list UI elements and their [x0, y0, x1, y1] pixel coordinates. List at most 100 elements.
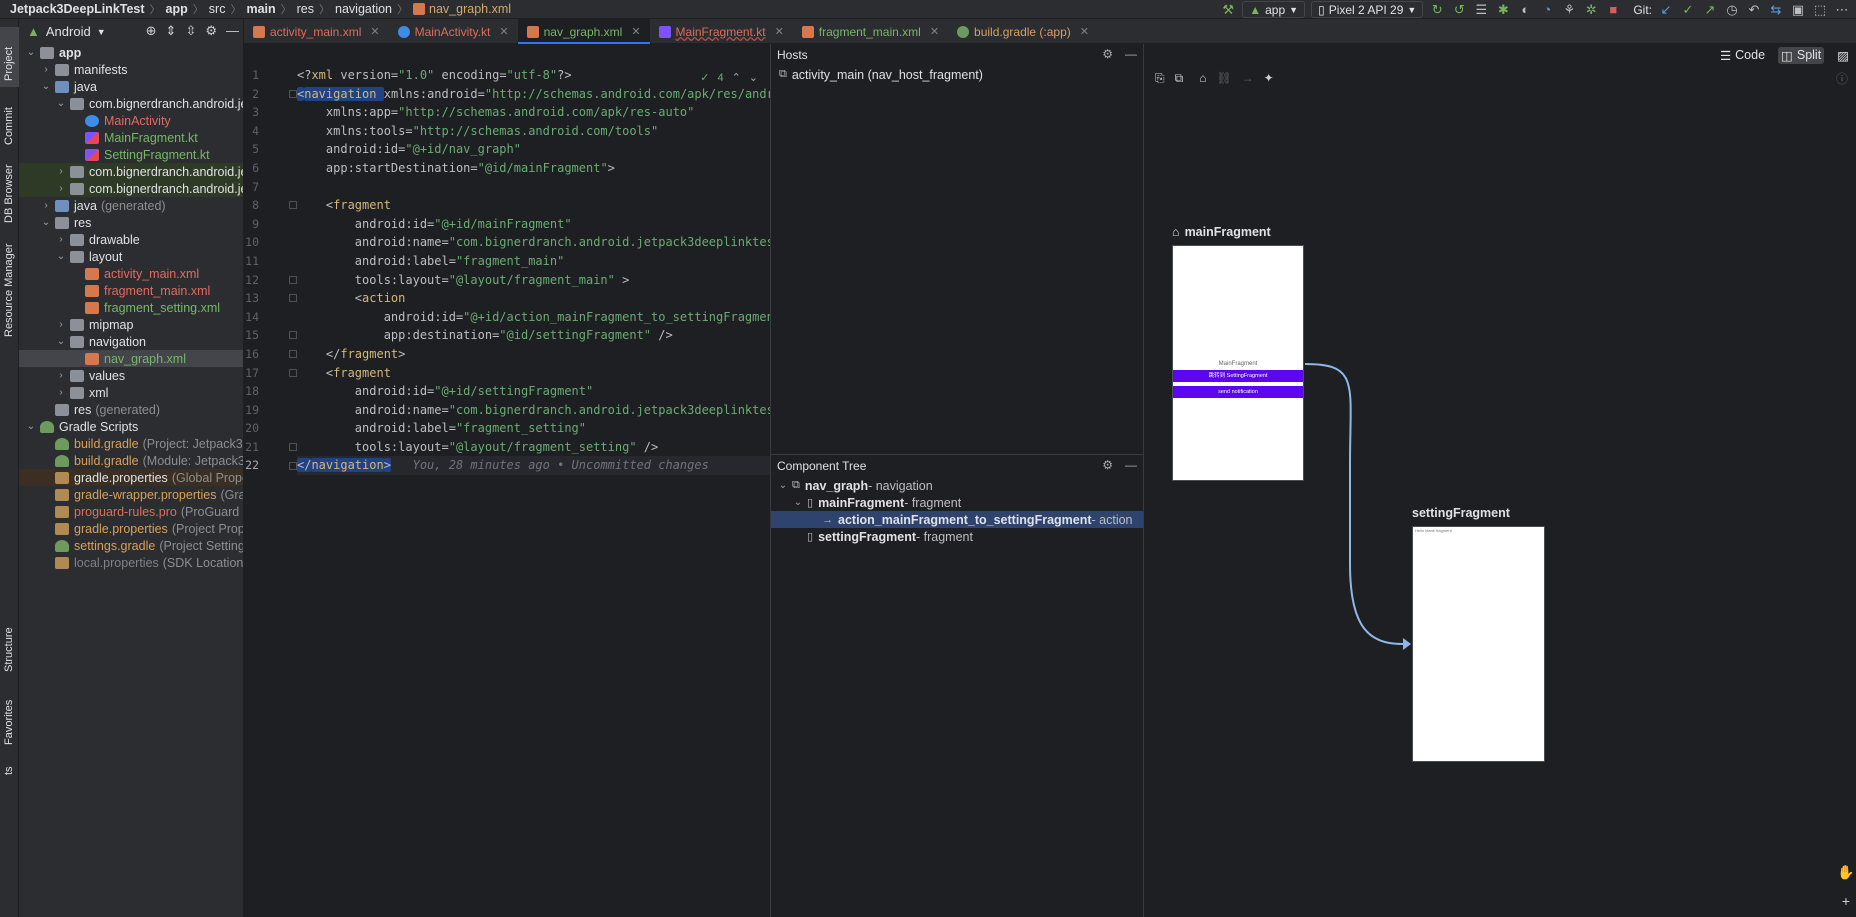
- code-line[interactable]: android:label="fragment_main": [297, 252, 770, 271]
- hide-panel-icon[interactable]: —: [1125, 458, 1137, 472]
- fold-marker-icon[interactable]: [289, 201, 297, 210]
- rerun-icon[interactable]: ↻: [1429, 2, 1445, 18]
- chevron-right-icon[interactable]: ›: [55, 183, 67, 194]
- stop-icon[interactable]: ■: [1605, 2, 1621, 18]
- editor-tab[interactable]: activity_main.xml ✕: [244, 19, 389, 44]
- code-line[interactable]: android:label="fragment_setting": [297, 419, 770, 438]
- expand-all-icon[interactable]: ⇕: [166, 23, 177, 39]
- tree-item[interactable]: ⌄ Gradle Scripts: [19, 418, 243, 435]
- code-line[interactable]: android:name="com.bignerdranch.android.j…: [297, 233, 770, 252]
- code-line[interactable]: <fragment: [297, 364, 770, 383]
- code-lines[interactable]: <?xml version="1.0" encoding="utf-8"?> <n…: [297, 66, 770, 476]
- chevron-right-icon[interactable]: ›: [40, 200, 52, 211]
- tree-item[interactable]: fragment_setting.xml: [19, 299, 243, 316]
- zoom-in-icon[interactable]: +: [1842, 893, 1850, 909]
- tree-item[interactable]: ⌄ com.bignerdranch.android.jetp: [19, 95, 243, 112]
- chevron-down-icon[interactable]: ⌄: [55, 251, 67, 262]
- hide-panel-icon[interactable]: —: [1125, 47, 1137, 61]
- editor-tab[interactable]: nav_graph.xml ✕: [517, 19, 650, 44]
- code-line[interactable]: android:id="@+id/nav_graph": [297, 140, 770, 159]
- git-push-icon[interactable]: ↗: [1702, 2, 1718, 18]
- editor-tab[interactable]: MainActivity.kt ✕: [389, 19, 518, 44]
- tree-item[interactable]: › values: [19, 367, 243, 384]
- pan-icon[interactable]: ✋: [1837, 864, 1854, 881]
- build-hammer-icon[interactable]: ⚒: [1220, 2, 1236, 18]
- tree-item[interactable]: proguard-rules.pro(ProGuard Rul: [19, 503, 243, 520]
- git-history-icon[interactable]: ◷: [1724, 2, 1740, 18]
- locate-file-icon[interactable]: ⊕: [146, 23, 157, 39]
- tree-item[interactable]: res (generated): [19, 401, 243, 418]
- component-tree-row[interactable]: ⌄ ⧉ nav_graph - navigation: [771, 477, 1143, 494]
- component-tree-row[interactable]: → action_mainFragment_to_settingFragment …: [771, 511, 1143, 528]
- host-item[interactable]: ⧉ activity_main (nav_host_fragment): [771, 66, 1143, 83]
- close-icon[interactable]: ✕: [370, 25, 379, 38]
- editor-tab[interactable]: build.gradle (:app) ✕: [948, 19, 1098, 44]
- fold-marker-icon[interactable]: [289, 331, 297, 340]
- code-line[interactable]: android:id="@+id/action_mainFragment_to_…: [297, 308, 770, 327]
- tree-item[interactable]: › drawable: [19, 231, 243, 248]
- tree-item[interactable]: gradle-wrapper.properties(Gradle: [19, 486, 243, 503]
- favorites-tool-tab[interactable]: Favorites: [0, 687, 19, 749]
- fold-marker-icon[interactable]: [289, 89, 297, 98]
- code-line[interactable]: app:startDestination="@id/mainFragment">: [297, 159, 770, 178]
- navigation-design-surface[interactable]: ☰ Code ◫ Split ▨ ⎘ ⧉ ⌂ ⛓ → ✦ ⓘ ⌂ mainFragm…: [1145, 44, 1856, 917]
- breadcrumb-file[interactable]: nav_graph.xml: [413, 2, 511, 16]
- code-line[interactable]: <navigation xmlns:android="http://schema…: [297, 85, 770, 104]
- tree-item[interactable]: activity_main.xml: [19, 265, 243, 282]
- fold-marker-icon[interactable]: [289, 461, 297, 470]
- tree-item[interactable]: ⌄ app: [19, 44, 243, 61]
- tree-item[interactable]: MainActivity: [19, 112, 243, 129]
- tree-item[interactable]: ⌄ layout: [19, 248, 243, 265]
- tree-item[interactable]: › com.bignerdranch.android.jetp: [19, 180, 243, 197]
- project-tool-tab[interactable]: Project: [0, 27, 19, 87]
- code-line[interactable]: <?xml version="1.0" encoding="utf-8"?>: [297, 66, 770, 85]
- component-tree-row[interactable]: ▯ settingFragment - fragment: [771, 528, 1143, 545]
- tree-item[interactable]: settings.gradle(Project Settings): [19, 537, 243, 554]
- breadcrumb-src[interactable]: src: [209, 2, 226, 16]
- chevron-down-icon[interactable]: ⌄: [25, 421, 37, 432]
- build-variants-tool-tab[interactable]: ts: [0, 759, 19, 779]
- tree-item[interactable]: › manifests: [19, 61, 243, 78]
- gear-icon[interactable]: ⚙: [1102, 47, 1113, 61]
- chevron-down-icon[interactable]: ⌄: [40, 217, 52, 228]
- code-line[interactable]: android:id="@+id/mainFragment": [297, 215, 770, 234]
- more-icon[interactable]: ⋯: [1834, 2, 1850, 18]
- fold-marker-icon[interactable]: [289, 294, 297, 303]
- git-update-icon[interactable]: ↙: [1658, 2, 1674, 18]
- tree-item[interactable]: ⌄ java: [19, 78, 243, 95]
- chevron-down-icon[interactable]: ⌄: [25, 47, 37, 58]
- chevron-right-icon[interactable]: ›: [55, 319, 67, 330]
- breadcrumb-main[interactable]: main: [246, 2, 275, 16]
- breadcrumb-res[interactable]: res: [297, 2, 314, 16]
- code-line[interactable]: <fragment: [297, 196, 770, 215]
- tree-item[interactable]: local.properties (SDK Location): [19, 554, 243, 571]
- code-line[interactable]: tools:layout="@layout/fragment_main" >: [297, 271, 770, 290]
- device-select[interactable]: ▯ Pixel 2 API 29 ▼: [1311, 1, 1424, 18]
- tree-item[interactable]: MainFragment.kt: [19, 129, 243, 146]
- tree-item[interactable]: fragment_main.xml: [19, 282, 243, 299]
- chevron-right-icon[interactable]: ›: [55, 370, 67, 381]
- tree-item[interactable]: build.gradle(Project: Jetpack3De: [19, 435, 243, 452]
- tree-item[interactable]: › java (generated): [19, 197, 243, 214]
- component-tree-row[interactable]: ⌄ ▯ mainFragment - fragment: [771, 494, 1143, 511]
- tree-item[interactable]: › xml: [19, 384, 243, 401]
- navigation-action-arrow[interactable]: [1145, 44, 1856, 917]
- tree-item[interactable]: build.gradle(Module: Jetpack3De: [19, 452, 243, 469]
- chevron-down-icon[interactable]: ⌄: [55, 98, 67, 109]
- gear-icon[interactable]: ⚙: [1102, 458, 1113, 472]
- device-manager-icon[interactable]: ▣: [1790, 2, 1806, 18]
- sdk-manager-icon[interactable]: ⬚: [1812, 2, 1828, 18]
- code-line[interactable]: <action: [297, 289, 770, 308]
- code-line[interactable]: xmlns:app="http://schemas.android.com/ap…: [297, 103, 770, 122]
- tree-item[interactable]: gradle.properties(Project Propert: [19, 520, 243, 537]
- fold-marker-icon[interactable]: [289, 443, 297, 451]
- tree-item[interactable]: nav_graph.xml: [19, 350, 243, 367]
- tree-item[interactable]: gradle.properties(Global Properti: [19, 469, 243, 486]
- tree-item[interactable]: SettingFragment.kt: [19, 146, 243, 163]
- close-icon[interactable]: ✕: [631, 25, 640, 38]
- attach-debugger-icon[interactable]: ⚘: [1561, 2, 1577, 18]
- gear-icon[interactable]: ⚙: [205, 23, 217, 39]
- chevron-right-icon[interactable]: ›: [55, 166, 67, 177]
- resource-manager-tool-tab[interactable]: Resource Manager: [0, 239, 19, 339]
- tree-item[interactable]: › com.bignerdranch.android.jetp: [19, 163, 243, 180]
